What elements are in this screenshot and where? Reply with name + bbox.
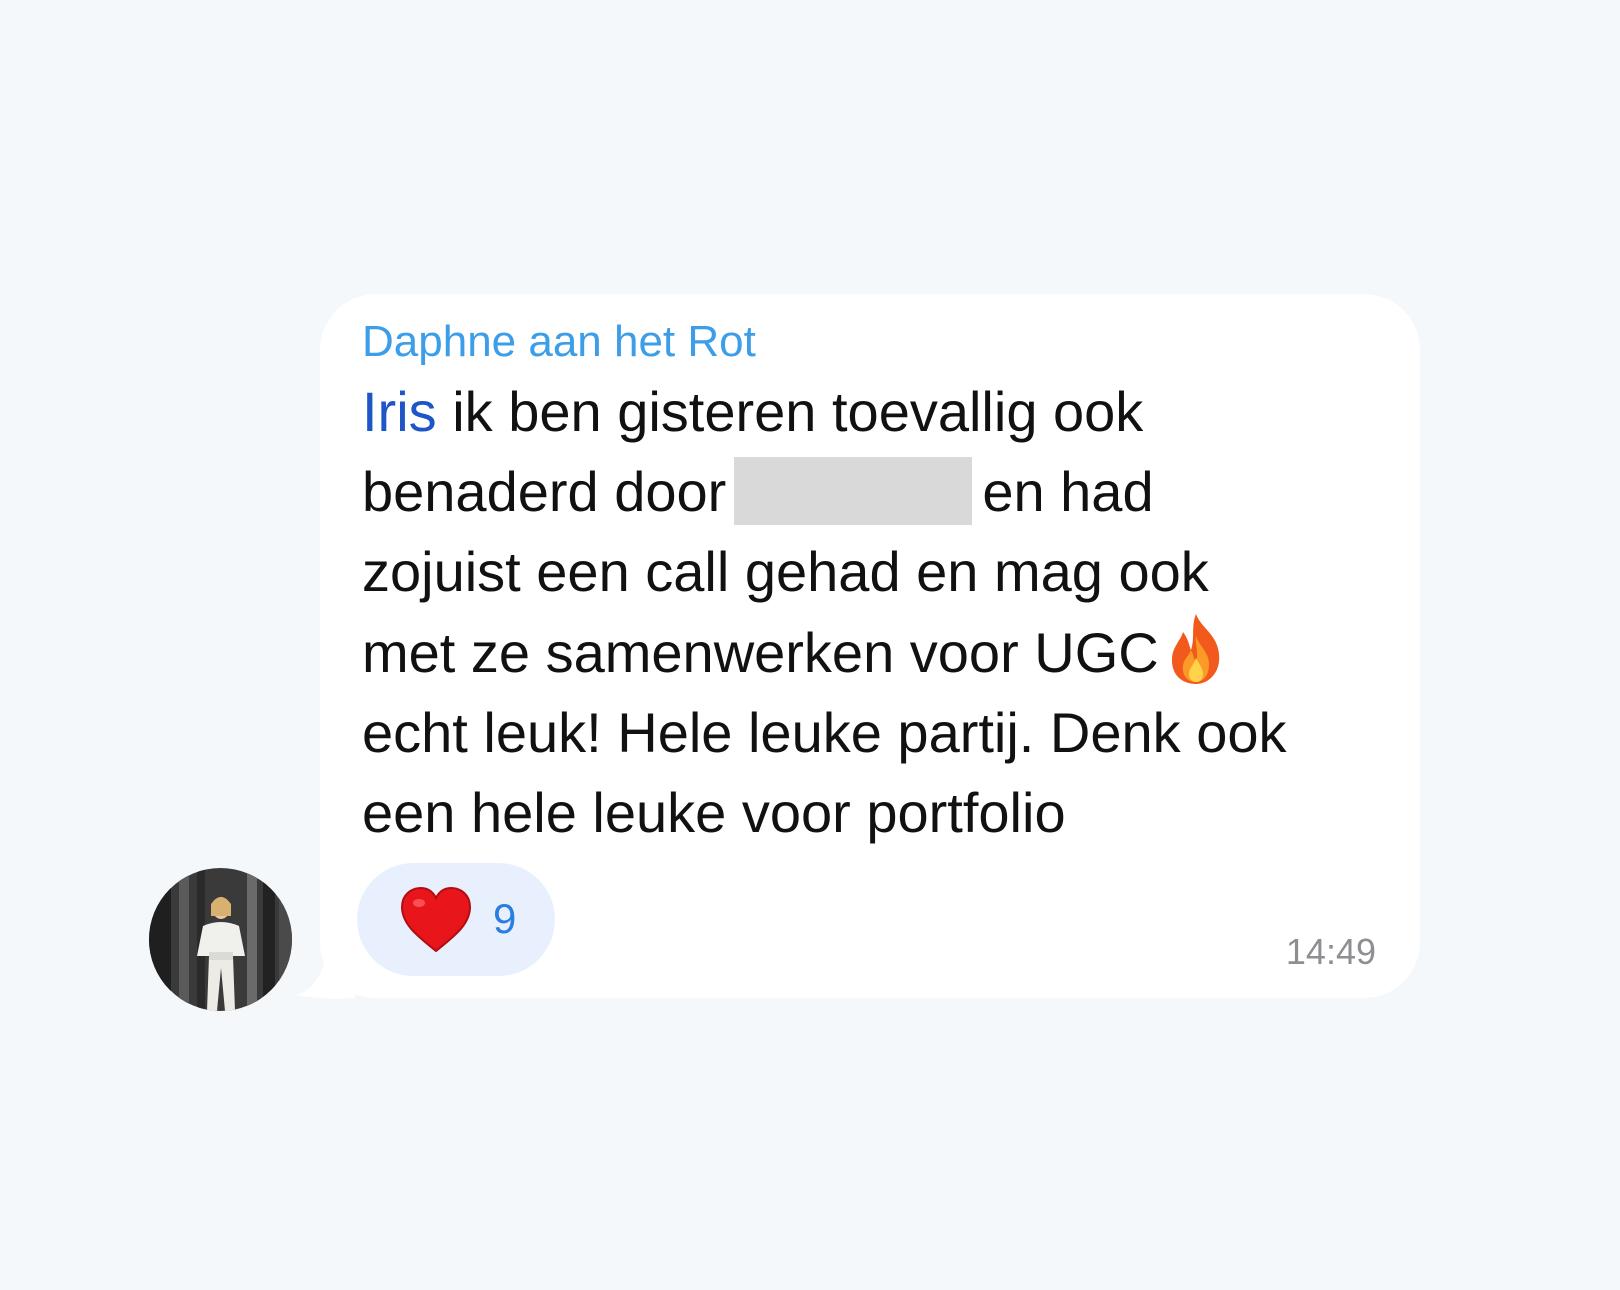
fire-emoji-icon: [1165, 612, 1227, 686]
message-line-1: Iris ik ben gisteren toevallig ook: [362, 380, 1144, 443]
message-bubble[interactable]: Daphne aan het Rot Iris ik ben gisteren …: [320, 294, 1420, 998]
message-line-5: echt leuk! Hele leuke partij. Denk ook: [362, 701, 1287, 764]
message-line-6: een hele leuke voor portfolio: [362, 781, 1066, 844]
sender-avatar[interactable]: [149, 868, 292, 1011]
message-timestamp: 14:49: [1285, 931, 1376, 972]
redacted-text: [734, 457, 973, 525]
reaction-count: 9: [493, 895, 517, 942]
heart-emoji-icon: [399, 885, 473, 955]
sender-name[interactable]: Daphne aan het Rot: [362, 312, 756, 372]
message-text: Iris ik ben gisteren toevallig ook benad…: [362, 372, 1392, 853]
message-line-4: met ze samenwerken voor UGC: [362, 612, 1392, 693]
heart-reaction-button[interactable]: 9: [357, 863, 555, 976]
mention-link[interactable]: Iris: [362, 380, 437, 443]
message-line-3: zojuist een call gehad en mag ook: [362, 540, 1209, 603]
message-line-2: benaderd door en had: [362, 452, 1392, 532]
